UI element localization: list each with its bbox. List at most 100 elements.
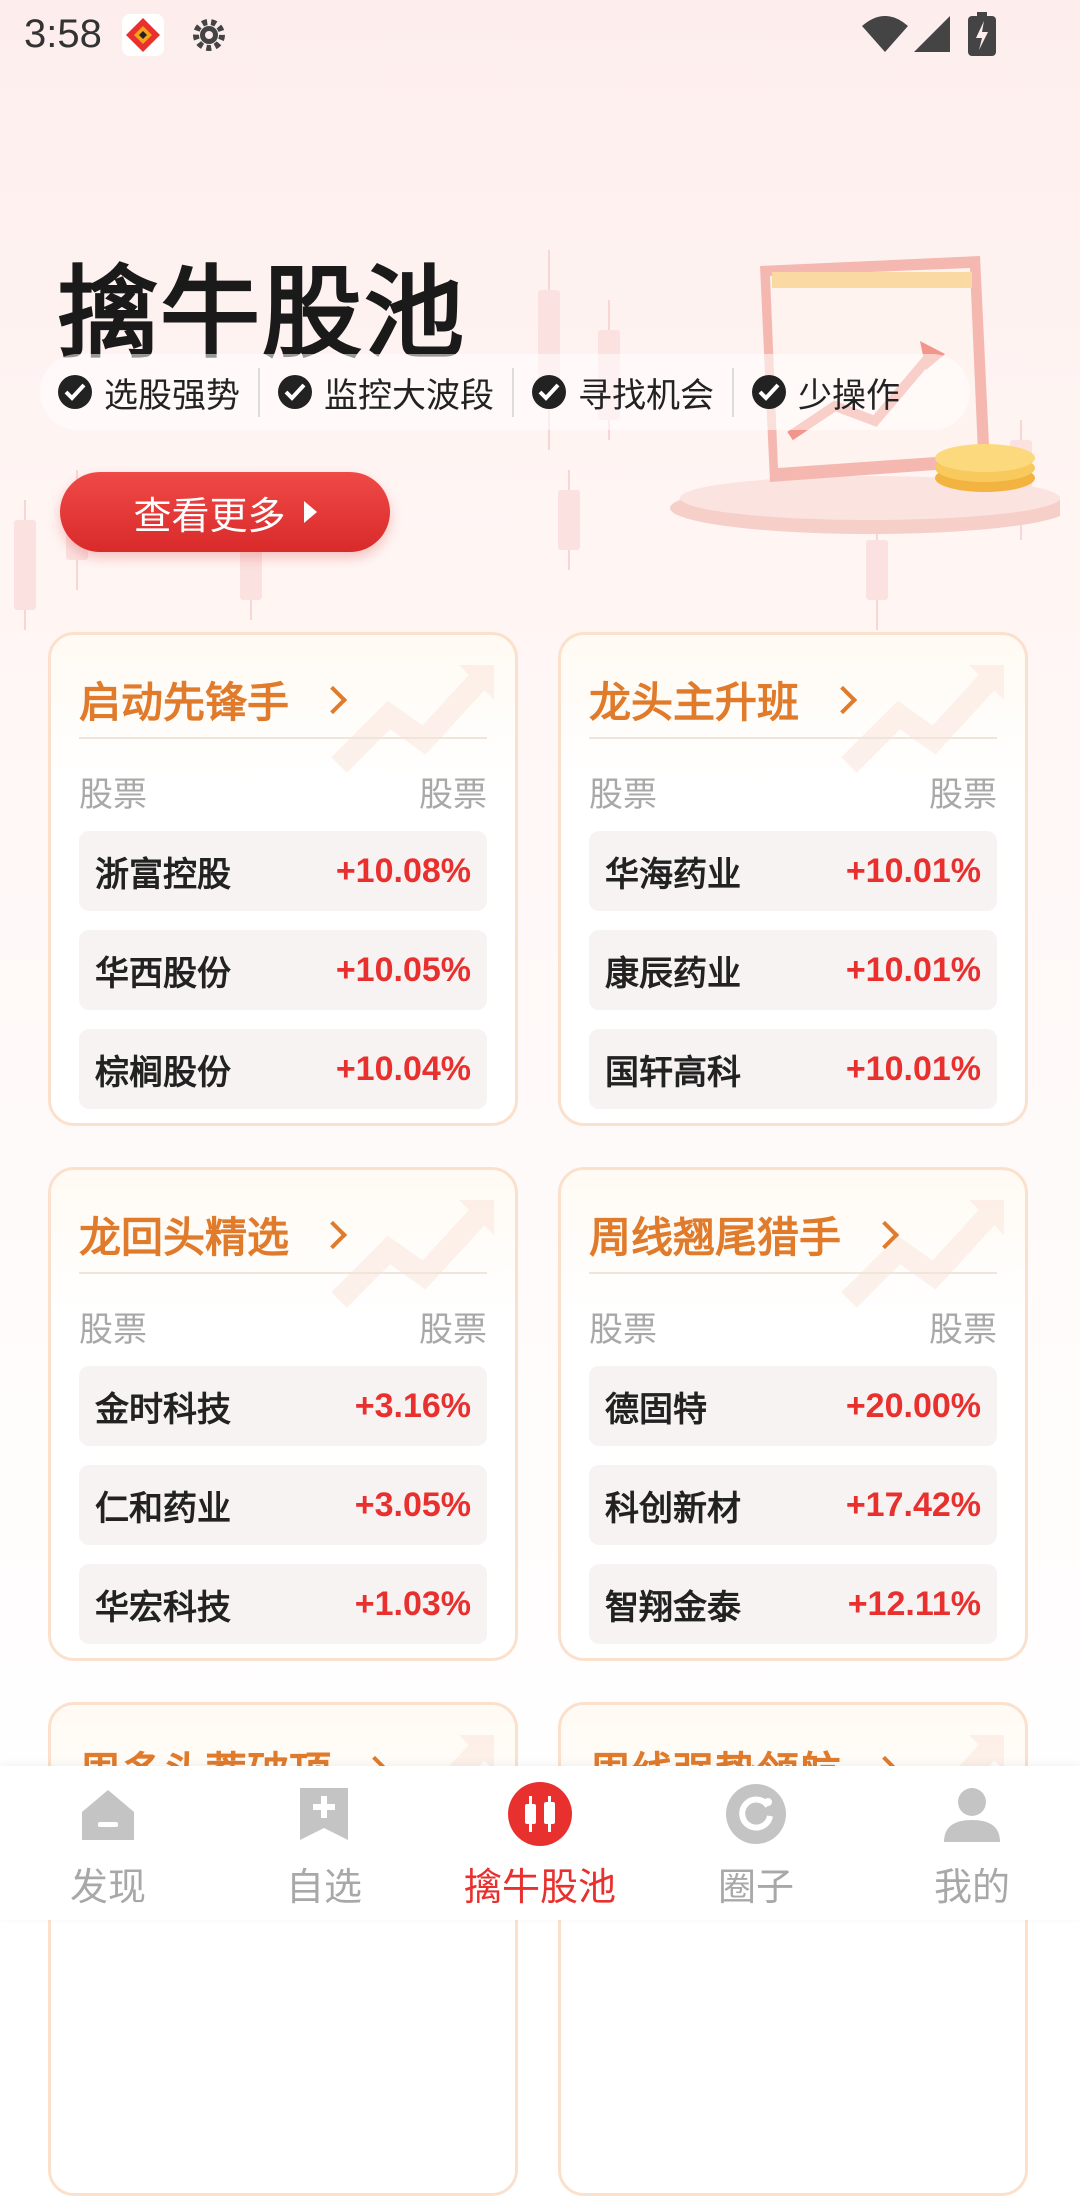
stock-row[interactable]: 华西股份 +10.05% [79, 930, 487, 1010]
stock-row[interactable]: 华海药业 +10.01% [589, 831, 997, 911]
feature-item: 监控大波段 [258, 367, 512, 417]
stock-name: 棕榈股份 [95, 1052, 231, 1093]
stock-row[interactable]: 仁和药业 +3.05% [79, 1465, 487, 1545]
stock-change: +3.05% [354, 1485, 471, 1524]
column-header-stock: 股票 [79, 1310, 147, 1350]
divider [589, 1272, 997, 1274]
checkmark-icon [752, 375, 786, 409]
divider [79, 737, 487, 739]
column-header-change: 股票 [419, 775, 487, 815]
card-title: 龙回头精选 [79, 1213, 290, 1262]
stock-name: 华西股份 [95, 953, 231, 994]
strategy-card[interactable]: 启动先锋手 股票 股票 浙富控股 +10.08% 华西股份 +10.05% 棕榈股份… [48, 632, 518, 1126]
stock-name: 康辰药业 [605, 953, 741, 994]
bottom-tab-bar: 发现 自选 擒牛股池 圈子 我的 [0, 1766, 1080, 1920]
stock-name: 德固特 [605, 1389, 707, 1430]
card-title-link[interactable]: 龙回头精选 [79, 1204, 348, 1265]
feature-item: 选股强势 [40, 368, 258, 417]
tab-label: 圈子 [717, 1865, 794, 1909]
stock-name: 智翔金泰 [605, 1587, 741, 1628]
stock-row[interactable]: 国轩高科 +10.01% [589, 1029, 997, 1109]
stock-change: +20.00% [845, 1386, 981, 1425]
stock-name: 金时科技 [95, 1389, 231, 1430]
stock-row[interactable]: 德固特 +20.00% [589, 1366, 997, 1446]
wifi-icon [862, 16, 908, 52]
column-header-change: 股票 [929, 775, 997, 815]
feature-label: 选股强势 [104, 375, 240, 416]
chevron-right-icon [318, 1220, 348, 1249]
card-title-link[interactable]: 周线翘尾猎手 [589, 1204, 900, 1265]
status-time: 3:58 [24, 12, 102, 56]
strategy-card[interactable]: 周线翘尾猎手 股票 股票 德固特 +20.00% 科创新材 +17.42% 智翔金泰… [558, 1167, 1028, 1661]
stock-change: +1.03% [354, 1584, 471, 1623]
stock-change: +12.11% [847, 1584, 981, 1623]
feature-item: 寻找机会 [512, 367, 732, 417]
checkmark-icon [532, 375, 566, 409]
stock-name: 华宏科技 [95, 1587, 231, 1628]
strategy-card[interactable]: 龙回头精选 股票 股票 金时科技 +3.16% 仁和药业 +3.05% 华宏科技 +1… [48, 1167, 518, 1661]
stock-change: +10.01% [845, 950, 981, 989]
stock-name: 华海药业 [605, 854, 741, 895]
column-header-stock: 股票 [79, 775, 147, 815]
cell-signal-icon [914, 16, 950, 52]
battery-icon [968, 12, 996, 56]
stock-change: +10.04% [335, 1049, 471, 1088]
feature-label: 少操作 [798, 375, 900, 416]
chevron-right-icon [870, 1220, 900, 1249]
stock-change: +10.01% [845, 1049, 981, 1088]
view-more-button[interactable]: 查看更多 [60, 472, 390, 552]
stock-name: 国轩高科 [605, 1052, 741, 1093]
stock-row[interactable]: 金时科技 +3.16% [79, 1366, 487, 1446]
tab-label: 我的 [933, 1865, 1010, 1909]
tab-label: 自选 [285, 1865, 362, 1909]
tab-label: 擒牛股池 [463, 1865, 616, 1909]
column-header-change: 股票 [419, 1310, 487, 1350]
card-title: 启动先锋手 [79, 678, 290, 727]
home-icon [82, 1790, 134, 1840]
checkmark-icon [58, 375, 92, 409]
card-title: 周线翘尾猎手 [589, 1213, 842, 1262]
tab-discover[interactable]: 发现 [0, 1766, 216, 1920]
play-arrow-icon [303, 501, 317, 523]
tab-stock-pool[interactable]: 擒牛股池 [432, 1766, 648, 1920]
stock-row[interactable]: 棕榈股份 +10.04% [79, 1029, 487, 1109]
tab-watchlist[interactable]: 自选 [216, 1766, 432, 1920]
feature-label: 监控大波段 [324, 375, 494, 416]
strategy-card[interactable]: 龙头主升班 股票 股票 华海药业 +10.01% 康辰药业 +10.01% 国轩高科… [558, 632, 1028, 1126]
feature-highlights: 选股强势 监控大波段 寻找机会 少操作 [40, 354, 970, 430]
chevron-right-icon [318, 685, 348, 714]
stock-name: 科创新材 [605, 1488, 741, 1529]
chevron-right-icon [828, 685, 858, 714]
stock-row[interactable]: 智翔金泰 +12.11% [589, 1564, 997, 1644]
card-title: 龙头主升班 [589, 678, 800, 727]
candlestick-icon [508, 1782, 572, 1846]
tab-profile[interactable]: 我的 [864, 1766, 1080, 1920]
feature-item: 少操作 [732, 367, 918, 417]
tab-circle[interactable]: 圈子 [648, 1766, 864, 1920]
trend-arrow-icon [841, 665, 1004, 773]
app-logo-icon [122, 14, 164, 56]
stock-change: +10.05% [335, 950, 471, 989]
stock-name: 仁和药业 [95, 1488, 231, 1529]
add-watchlist-icon [300, 1788, 348, 1840]
card-title-link[interactable]: 龙头主升班 [589, 669, 858, 730]
stock-row[interactable]: 科创新材 +17.42% [589, 1465, 997, 1545]
column-header-stock: 股票 [589, 1310, 657, 1350]
circle-icon [726, 1784, 786, 1844]
trend-arrow-icon [331, 665, 494, 773]
stock-change: +3.16% [354, 1386, 471, 1425]
stock-name: 浙富控股 [95, 854, 231, 895]
card-title-link[interactable]: 启动先锋手 [79, 669, 348, 730]
stock-row[interactable]: 华宏科技 +1.03% [79, 1564, 487, 1644]
status-bar: 3:58 [0, 0, 1080, 72]
stock-row[interactable]: 浙富控股 +10.08% [79, 831, 487, 911]
settings-gear-icon [193, 19, 225, 51]
trend-arrow-icon [331, 1200, 494, 1308]
stock-change: +10.08% [335, 851, 471, 890]
profile-icon [944, 1788, 1000, 1842]
checkmark-icon [278, 375, 312, 409]
feature-label: 寻找机会 [578, 375, 714, 416]
divider [79, 1272, 487, 1274]
divider [589, 737, 997, 739]
stock-row[interactable]: 康辰药业 +10.01% [589, 930, 997, 1010]
